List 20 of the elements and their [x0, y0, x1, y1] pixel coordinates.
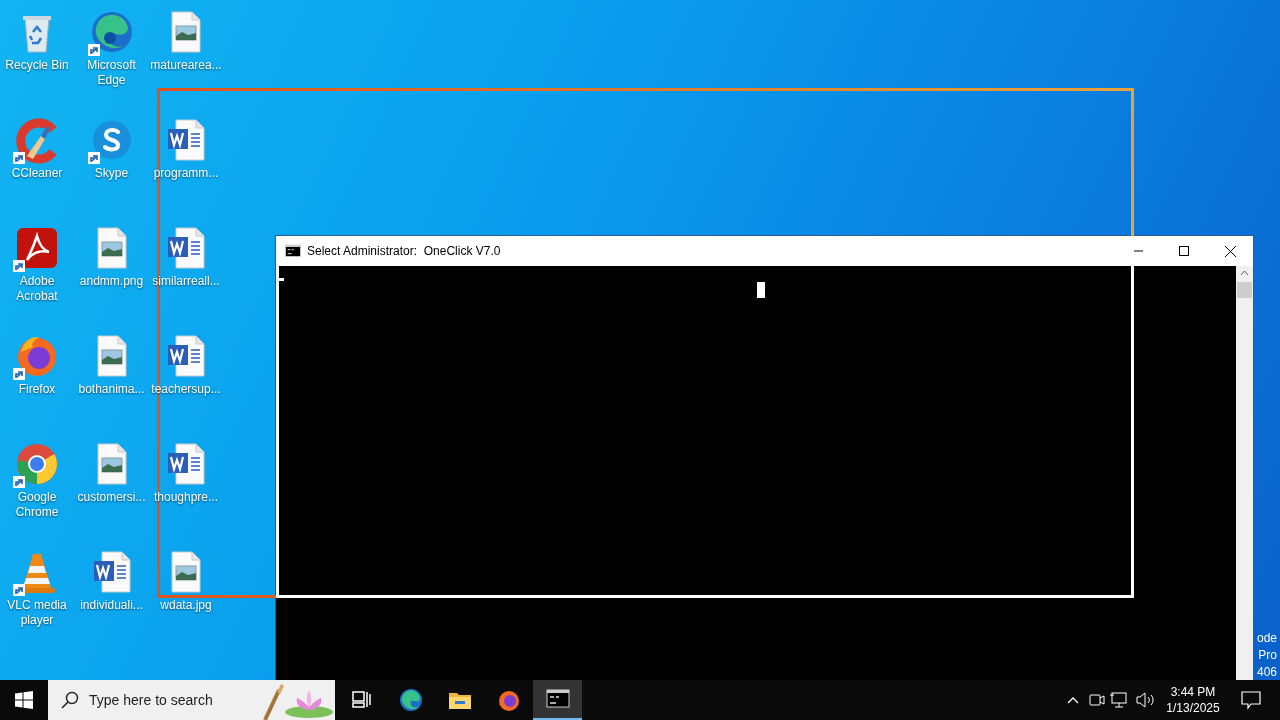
text-cursor: [278, 278, 284, 281]
scroll-bar[interactable]: [1236, 266, 1253, 680]
fox-globe-icon: [496, 688, 521, 712]
speech-bubble-icon: [1241, 690, 1261, 710]
console-icon: [285, 243, 301, 259]
scroll-thumb[interactable]: [1237, 282, 1252, 298]
taskbar-app-button[interactable]: [533, 680, 582, 720]
windows-logo-icon: [15, 691, 33, 709]
watermark-text: Pro: [1258, 647, 1277, 664]
maximize-icon: [1179, 246, 1189, 256]
clock[interactable]: 3:44 PM 1/13/2025: [1157, 684, 1229, 716]
watermark-text: 406: [1256, 664, 1277, 681]
close-icon: [1224, 245, 1236, 257]
block-cursor: [757, 282, 765, 298]
watermark-text: ode: [1256, 630, 1277, 647]
window-title: Select Administrator: OneClick V7.0: [307, 244, 502, 258]
search-icon: [61, 691, 79, 709]
swirl-icon: [398, 688, 423, 712]
search-field[interactable]: Type here to search: [48, 680, 335, 720]
console-icon: [545, 687, 570, 711]
